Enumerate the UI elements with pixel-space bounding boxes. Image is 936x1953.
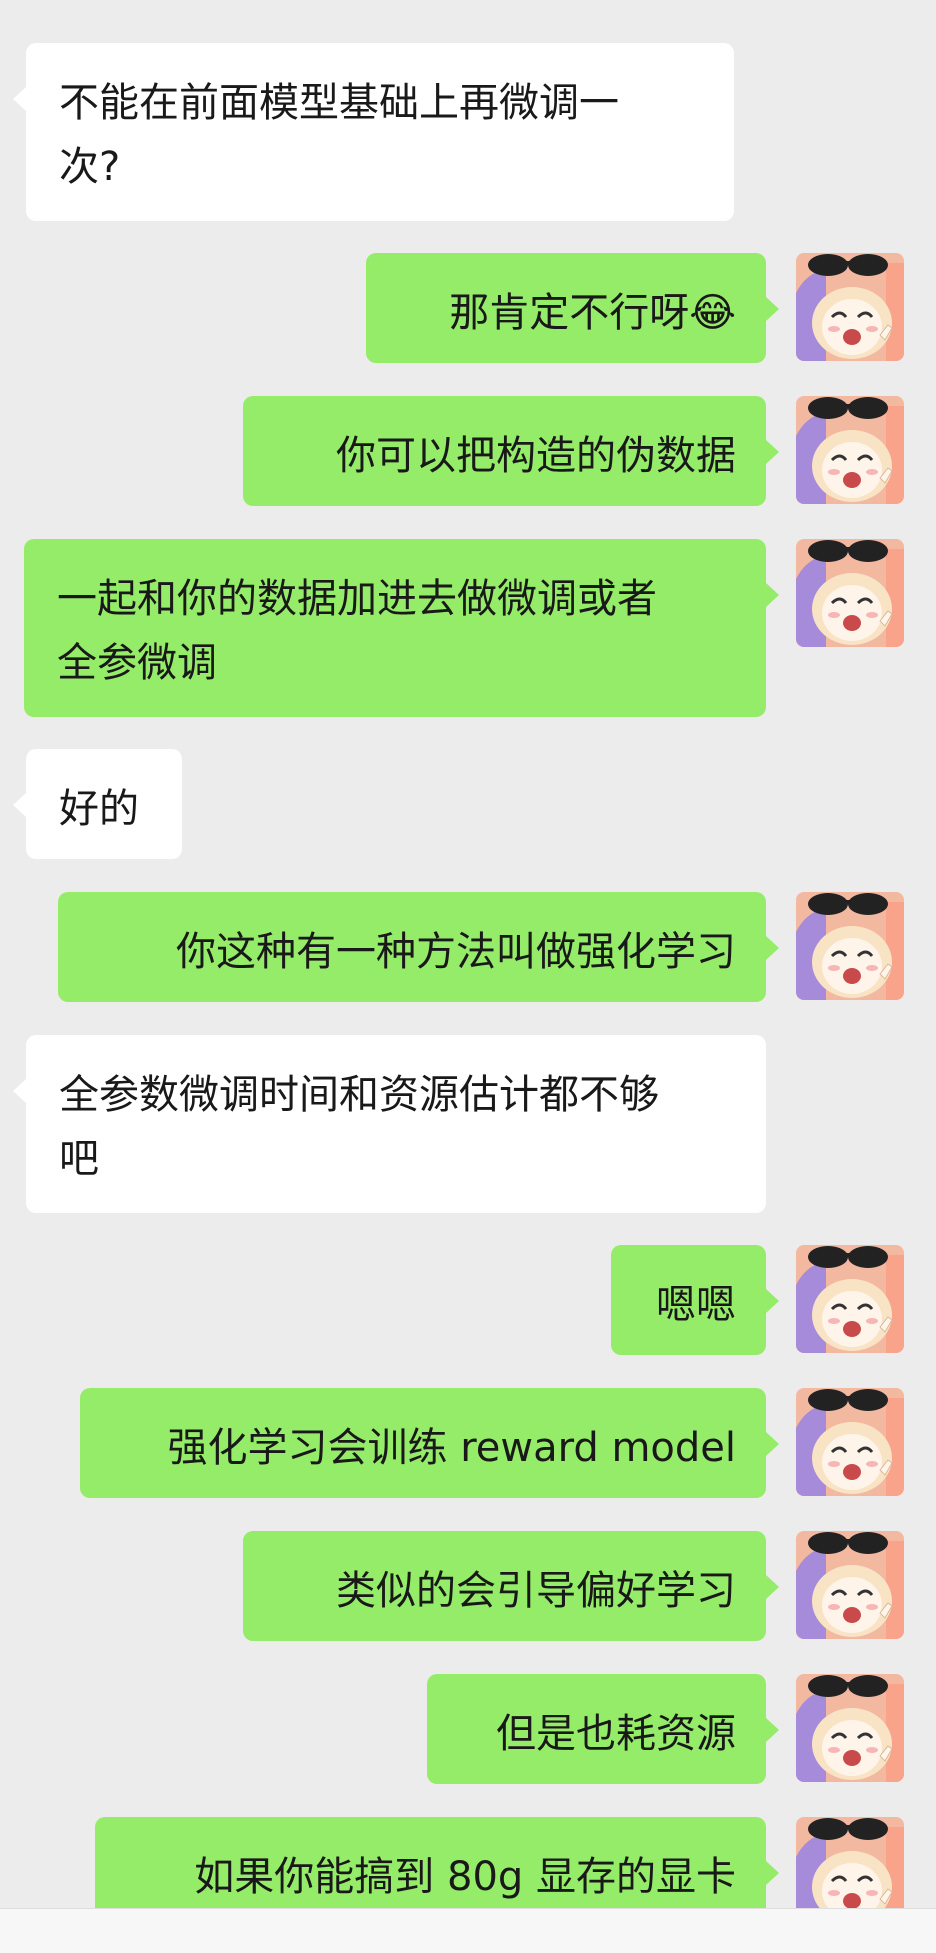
tears-of-joy-emoji-icon: 😂 bbox=[689, 290, 736, 336]
bubble-tail bbox=[766, 297, 779, 321]
message-bubble[interactable]: 一起和你的数据加进去做微调或者 全参微调 bbox=[24, 539, 766, 717]
message-text: 次? bbox=[59, 144, 121, 190]
message-bubble[interactable]: 不能在前面模型基础上再微调一 次? bbox=[26, 43, 734, 221]
bubble-tail bbox=[13, 793, 26, 817]
message-bubble[interactable]: 那肯定不行呀😂 bbox=[366, 253, 766, 363]
message-text: 如果你能搞到 80g 显存的显卡 bbox=[194, 1854, 736, 1900]
message-bubble[interactable]: 强化学习会训练 reward model bbox=[80, 1388, 766, 1498]
message-text: 那肯定不行呀 bbox=[449, 290, 690, 336]
bubble-tail bbox=[766, 1575, 779, 1599]
message-text: 强化学习会训练 reward model bbox=[167, 1425, 736, 1471]
input-bar-edge bbox=[0, 1908, 936, 1953]
message-text: 一起和你的数据加进去做微调或者 bbox=[57, 576, 657, 622]
avatar-icon[interactable] bbox=[796, 396, 904, 504]
message-text: 你可以把构造的伪数据 bbox=[336, 433, 736, 479]
avatar-icon[interactable] bbox=[796, 1674, 904, 1782]
message-text: 好的 bbox=[59, 786, 139, 832]
message-text: 吧 bbox=[59, 1136, 99, 1182]
avatar-icon[interactable] bbox=[796, 253, 904, 361]
message-text: 全参数微调时间和资源估计都不够 bbox=[59, 1072, 659, 1118]
message-bubble[interactable]: 类似的会引导偏好学习 bbox=[243, 1531, 766, 1641]
message-bubble[interactable]: 你可以把构造的伪数据 bbox=[243, 396, 766, 506]
chat-message-list: 不能在前面模型基础上再微调一 次? 那肯定不行呀😂 你可以把构造的伪数据 一起和你的… bbox=[0, 0, 936, 1952]
avatar-icon[interactable] bbox=[796, 1245, 904, 1353]
message-bubble[interactable]: 全参数微调时间和资源估计都不够吧 bbox=[26, 1035, 766, 1213]
bubble-tail bbox=[766, 583, 779, 607]
message-bubble[interactable]: 好的 bbox=[26, 749, 182, 859]
message-text: 全参微调 bbox=[57, 640, 217, 686]
bubble-tail bbox=[13, 87, 26, 111]
avatar-icon[interactable] bbox=[796, 1388, 904, 1496]
message-text: 嗯嗯 bbox=[656, 1282, 736, 1328]
avatar-icon[interactable] bbox=[796, 539, 904, 647]
message-text: 你这种有一种方法叫做强化学习 bbox=[176, 929, 736, 975]
message-text: 不能在前面模型基础上再微调一 bbox=[59, 80, 619, 126]
avatar-icon[interactable] bbox=[796, 1531, 904, 1639]
bubble-tail bbox=[766, 1432, 779, 1456]
message-bubble[interactable]: 你这种有一种方法叫做强化学习 bbox=[58, 892, 766, 1002]
message-text: 类似的会引导偏好学习 bbox=[336, 1568, 736, 1614]
avatar-icon[interactable] bbox=[796, 892, 904, 1000]
bubble-tail bbox=[766, 1718, 779, 1742]
bubble-tail bbox=[766, 936, 779, 960]
bubble-tail bbox=[766, 440, 779, 464]
bubble-tail bbox=[13, 1079, 26, 1103]
bubble-tail bbox=[766, 1861, 779, 1885]
message-bubble[interactable]: 嗯嗯 bbox=[611, 1245, 766, 1355]
message-text: 但是也耗资源 bbox=[496, 1711, 736, 1757]
message-bubble[interactable]: 但是也耗资源 bbox=[427, 1674, 766, 1784]
bubble-tail bbox=[766, 1289, 779, 1313]
